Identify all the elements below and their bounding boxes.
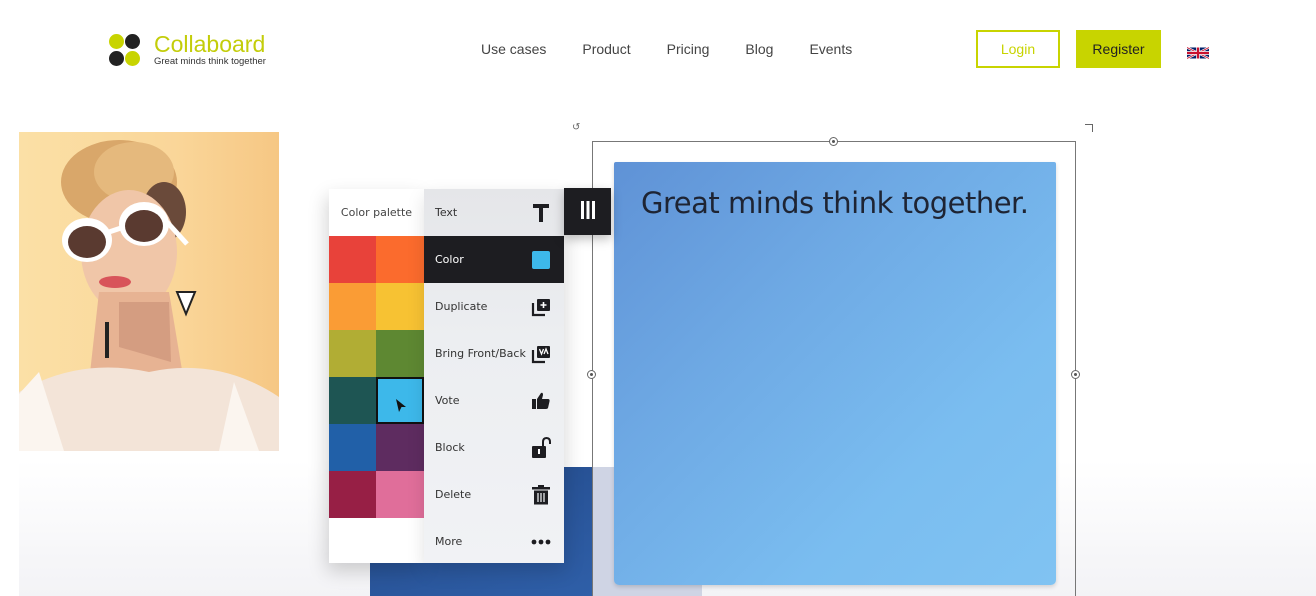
menu-item-block[interactable]: Block: [424, 424, 564, 471]
menu-toggle-button[interactable]: [564, 188, 611, 235]
menu-item-color[interactable]: Color: [424, 236, 564, 283]
context-menu: Text Color Duplicate Bring Front/Back Vo…: [424, 189, 564, 563]
duplicate-icon: [530, 296, 552, 318]
color-swatch[interactable]: [376, 283, 424, 330]
nav-product[interactable]: Product: [582, 41, 630, 57]
menu-item-label: Block: [435, 441, 465, 454]
register-button[interactable]: Register: [1076, 30, 1161, 68]
color-swatch[interactable]: [376, 424, 424, 471]
color-swatch[interactable]: [329, 283, 376, 330]
text-icon: [530, 202, 552, 224]
trash-icon: [530, 484, 552, 506]
color-swatch-selected[interactable]: [376, 377, 424, 424]
color-swatch[interactable]: [329, 330, 376, 377]
resize-handle-left[interactable]: [587, 370, 596, 379]
sticky-note-text[interactable]: Great minds think together.: [641, 186, 1029, 220]
nav-events[interactable]: Events: [809, 41, 852, 57]
menu-item-label: Duplicate: [435, 300, 488, 313]
color-swatch[interactable]: [329, 236, 376, 283]
menu-item-label: Bring Front/Back: [435, 347, 526, 360]
menu-item-label: More: [435, 535, 463, 548]
bring-front-back-icon: [530, 343, 552, 365]
logo[interactable]: Collaboard Great minds think together: [108, 33, 266, 67]
color-palette-title: Color palette: [340, 206, 413, 219]
color-swatch[interactable]: [329, 424, 376, 471]
resize-handle-right[interactable]: [1071, 370, 1080, 379]
menu-item-label: Text: [435, 206, 458, 219]
menu-item-more[interactable]: More: [424, 518, 564, 565]
resize-corner-handle[interactable]: [1085, 124, 1093, 132]
menu-item-delete[interactable]: Delete: [424, 471, 564, 518]
logo-tagline: Great minds think together: [154, 56, 266, 67]
resize-handle-top[interactable]: [829, 137, 838, 146]
menu-item-duplicate[interactable]: Duplicate: [424, 283, 564, 330]
woman-with-sunglasses-photo: [19, 132, 279, 451]
uk-flag-icon[interactable]: [1186, 44, 1210, 60]
color-swatch-icon: [530, 249, 552, 271]
color-swatch[interactable]: [376, 236, 424, 283]
menu-item-label: Vote: [435, 394, 460, 407]
color-swatch[interactable]: [376, 330, 424, 377]
rotate-handle-icon[interactable]: ↺: [572, 122, 580, 133]
color-swatch[interactable]: [376, 471, 424, 518]
color-swatches: [329, 236, 424, 518]
menu-item-vote[interactable]: Vote: [424, 377, 564, 424]
main-nav: Use cases Product Pricing Blog Events: [481, 41, 852, 57]
login-button[interactable]: Login: [976, 30, 1060, 68]
color-palette-panel: Color palette: [329, 189, 424, 563]
thumbs-up-icon: [530, 390, 552, 412]
color-swatch[interactable]: [329, 471, 376, 518]
mouse-cursor-icon: [396, 397, 406, 416]
menu-item-bring-front-back[interactable]: Bring Front/Back: [424, 330, 564, 377]
color-swatch[interactable]: [329, 377, 376, 424]
sticky-note[interactable]: Great minds think together.: [614, 162, 1056, 585]
nav-blog[interactable]: Blog: [745, 41, 773, 57]
logo-name: Collaboard: [154, 31, 266, 57]
unlock-icon: [530, 436, 552, 459]
more-icon: [530, 531, 552, 553]
menu-item-text[interactable]: Text: [424, 189, 564, 236]
vertical-bars-icon: [580, 200, 595, 223]
nav-use-cases[interactable]: Use cases: [481, 41, 546, 57]
nav-pricing[interactable]: Pricing: [667, 41, 710, 57]
menu-item-label: Delete: [435, 488, 472, 501]
logo-mark-icon: [108, 33, 142, 67]
menu-item-label: Color: [435, 253, 464, 266]
